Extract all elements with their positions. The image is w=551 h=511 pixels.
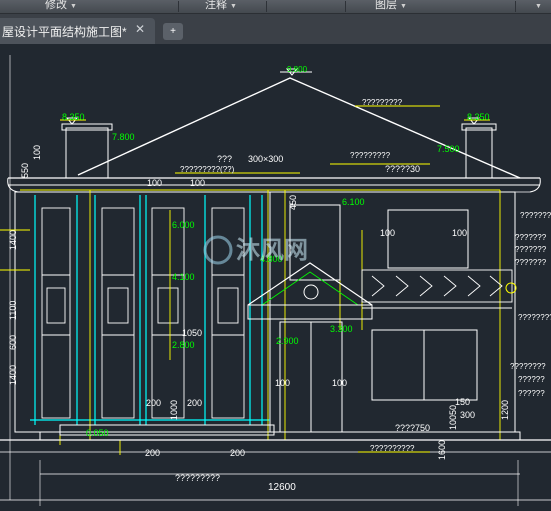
cad-drawing: 9.800 8.350 8.350 7.800 7.500 6.100 6.00… xyxy=(0,55,551,506)
note-top-q: ??? xyxy=(217,154,232,164)
dim-600: 600 xyxy=(8,335,18,350)
chevron-down-icon: ▼ xyxy=(70,3,77,10)
dim-300: 300 xyxy=(460,410,475,420)
dim-100-b: 100 xyxy=(190,178,205,188)
elevation-2900: 2.900 xyxy=(276,336,299,346)
menu-separator xyxy=(515,1,516,12)
base-step-2 xyxy=(39,431,521,441)
dim-100-f: 100 xyxy=(332,378,347,388)
balcony-railing xyxy=(361,269,513,309)
dim-200-c: 200 xyxy=(145,448,160,458)
note-r6: ?????? xyxy=(518,375,545,384)
watermark-logo-icon xyxy=(203,235,233,265)
elevation-4100: 4.100 xyxy=(172,272,195,282)
columns-cyan xyxy=(30,195,270,425)
elevation-ridge: 9.800 xyxy=(287,65,308,74)
document-tab-active[interactable]: 屋设计平面结构施工图* ✕ xyxy=(0,18,155,44)
note-bottom: ????????? xyxy=(175,473,220,483)
watermark: 沐风网 xyxy=(203,235,308,265)
note-r3: ??????? xyxy=(515,258,547,267)
watermark-text: 沐风网 xyxy=(236,237,308,264)
menu-layers[interactable]: 图层 ▼ xyxy=(375,0,407,13)
dim-100-c: 100 xyxy=(380,228,395,238)
dim-1050: 1050 xyxy=(182,328,202,338)
menu-layers-label: 图层 xyxy=(375,0,397,11)
elevation-eave-left: 8.350 xyxy=(62,112,85,122)
note-bottom-right: ?????????? xyxy=(370,444,415,453)
note-r7: ?????? xyxy=(518,389,545,398)
dim-100-e: 100 xyxy=(275,378,290,388)
dim-10050-v: 10050 xyxy=(448,405,458,430)
chimney-right-cap xyxy=(461,123,497,131)
note-750: ????750 xyxy=(395,423,430,433)
dim-1600-v: 1600 xyxy=(437,440,447,460)
dim-100-v: 100 xyxy=(32,145,42,160)
dim-1000-v: 1000 xyxy=(169,400,179,420)
note-r4: ???????? xyxy=(518,313,551,322)
elevation-eave-right: 8.350 xyxy=(467,112,490,122)
chevron-down-icon: ▼ xyxy=(400,3,407,10)
dim-1100: 1100 xyxy=(8,301,18,320)
new-tab-button[interactable]: + xyxy=(163,23,183,40)
dim-550: 550 xyxy=(20,163,30,178)
menu-annotate-label: 注释 xyxy=(205,0,227,11)
elevation-mid-right: 7.500 xyxy=(437,144,460,154)
elevation-3300: 3.300 xyxy=(330,324,353,334)
menu-more[interactable]: ▼ xyxy=(532,0,542,13)
roof-outline xyxy=(77,77,521,179)
menu-separator xyxy=(345,1,346,12)
dim-100-d: 100 xyxy=(452,228,467,238)
portico-entablature xyxy=(247,304,373,320)
note-r2: ??????? xyxy=(515,245,547,254)
drawing-canvas[interactable]: 9.800 8.350 8.350 7.800 7.500 6.100 6.00… xyxy=(0,44,551,506)
menu-modify[interactable]: 修改 ▼ xyxy=(45,0,77,13)
note-right-2: ?????30 xyxy=(385,164,420,174)
dim-total-width: 12600 xyxy=(268,482,296,493)
portico-ornament xyxy=(303,284,319,300)
note-r5: ???????? xyxy=(510,362,546,371)
chevron-down-icon: ▼ xyxy=(230,3,237,10)
dim-450-v: 450 xyxy=(288,195,298,210)
menu-separator xyxy=(266,1,267,12)
menu-bar: 修改 ▼ 注释 ▼ 图层 ▼ ▼ xyxy=(0,0,551,14)
facade-left-block xyxy=(14,191,271,433)
document-tab-bar: 屋设计平面结构施工图* ✕ + xyxy=(0,14,551,44)
chevron-down-icon: ▼ xyxy=(535,3,542,10)
menu-annotate[interactable]: 注释 ▼ xyxy=(205,0,237,13)
window-right-upper xyxy=(387,209,469,269)
menu-modify-label: 修改 xyxy=(45,0,67,11)
note-right-top: ???????? xyxy=(520,211,551,220)
elevation-mid-left: 7.800 xyxy=(112,132,135,142)
close-icon[interactable]: ✕ xyxy=(135,22,145,36)
dim-100: 100 xyxy=(147,178,162,188)
elevation-markers xyxy=(65,68,481,125)
window-grid-left xyxy=(41,207,245,419)
dim-200-d: 200 xyxy=(230,448,245,458)
elevation-6000: 6.000 xyxy=(172,220,195,230)
dim-200-b: 200 xyxy=(187,398,202,408)
elevation-2800: 2.800 xyxy=(172,340,195,350)
note-r1: ??????? xyxy=(515,233,547,242)
portico-pediment-inner xyxy=(261,271,359,306)
chimney-right xyxy=(465,127,493,179)
note-section: 300×300 xyxy=(248,154,283,164)
dim-1400: 1400 xyxy=(8,230,18,250)
elevation-6100: 6.100 xyxy=(342,197,365,207)
note-top: ?????????(??) xyxy=(180,165,235,174)
elevation-0050: 0.050 xyxy=(86,428,109,438)
dim-1400-b: 1400 xyxy=(8,365,18,385)
document-tab-title: 屋设计平面结构施工图* xyxy=(2,25,127,39)
dim-200: 200 xyxy=(146,398,161,408)
chimney-left-cap xyxy=(61,123,113,131)
note-right: ????????? xyxy=(350,151,391,160)
dim-1200-v: 1200 xyxy=(500,400,510,420)
menu-separator xyxy=(178,1,179,12)
note-roof: ????????? xyxy=(362,98,403,107)
